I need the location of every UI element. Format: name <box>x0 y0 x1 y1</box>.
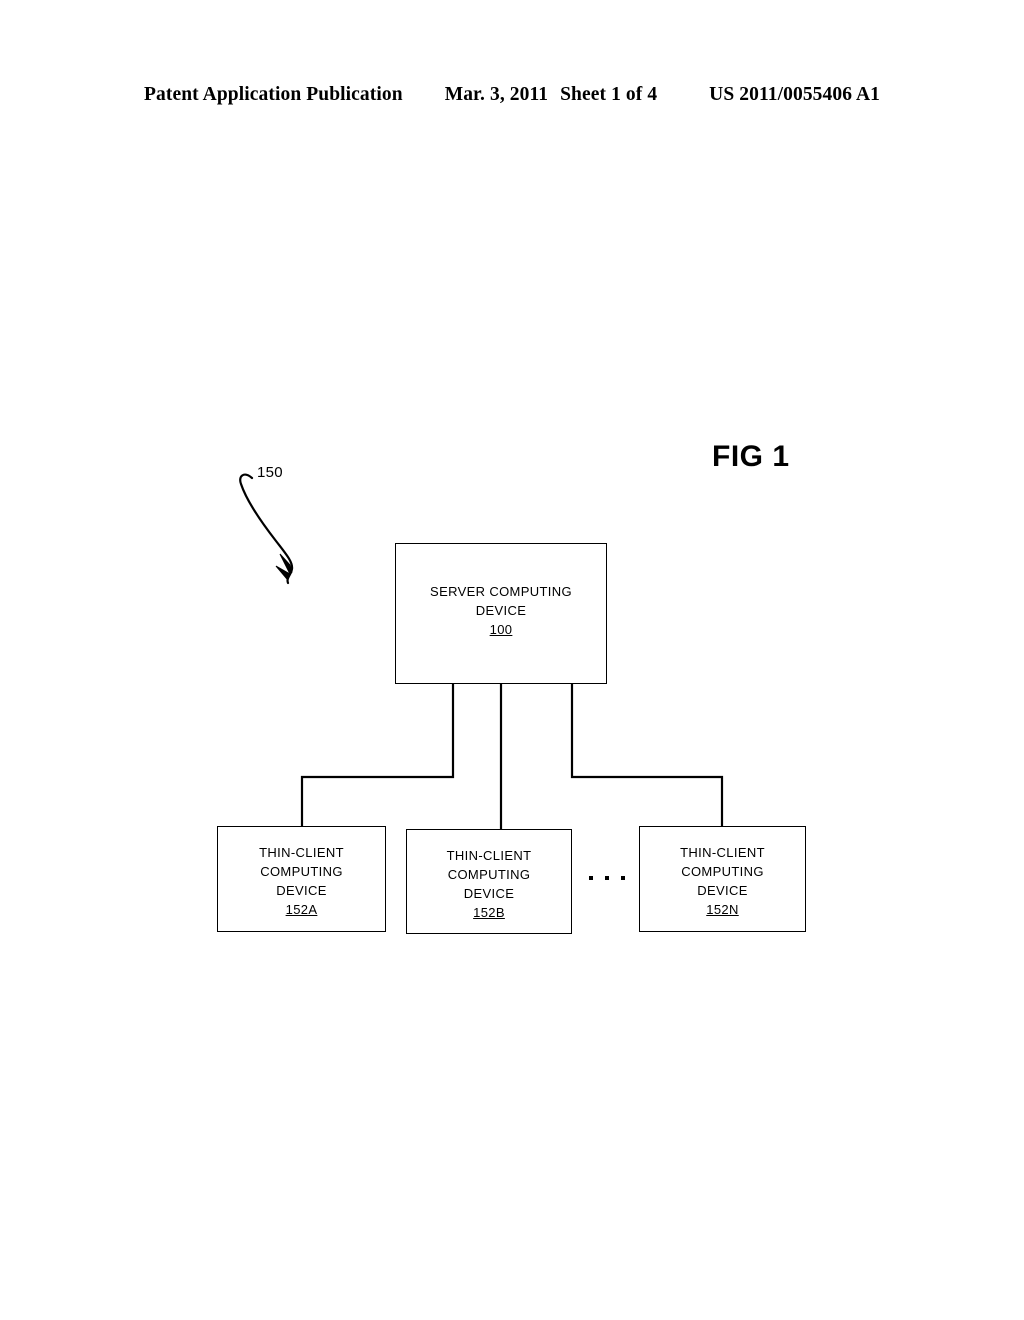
node-thin-client-device-n[interactable]: THIN-CLIENT COMPUTING DEVICE 152N <box>639 826 806 932</box>
node-server-reference: 100 <box>489 622 513 637</box>
node-thin-client-device-b[interactable]: THIN-CLIENT COMPUTING DEVICE 152B <box>406 829 572 934</box>
reference-leader-line <box>239 473 294 585</box>
connector-server-to-client-a <box>300 684 455 826</box>
ellipsis-indicator <box>589 876 625 880</box>
node-client-a-label-line1: THIN-CLIENT <box>259 845 344 860</box>
node-client-c-label-line1: THIN-CLIENT <box>680 845 765 860</box>
node-server-label-line2: DEVICE <box>475 603 527 618</box>
node-client-a-reference: 152A <box>285 902 318 917</box>
node-server-label-line1: SERVER COMPUTING <box>430 584 572 599</box>
node-server-computing-device[interactable]: SERVER COMPUTING DEVICE 100 <box>395 543 607 684</box>
node-client-b-label-line1: THIN-CLIENT <box>446 848 532 863</box>
node-client-a-label-line2: COMPUTING <box>260 864 343 879</box>
node-client-b-label-line2: COMPUTING <box>447 867 531 882</box>
node-client-b-label-line3: DEVICE <box>463 886 515 901</box>
node-client-b-reference: 152B <box>473 905 505 920</box>
node-client-c-reference: 152N <box>706 902 739 917</box>
figure-1-diagram: FIG 1 150 SERVER COMPUTING DEVICE 100 TH… <box>0 0 1024 1320</box>
node-client-c-label-line2: COMPUTING <box>681 864 764 879</box>
connector-server-to-client-c <box>570 684 724 826</box>
node-client-c-label-line3: DEVICE <box>697 883 748 898</box>
ellipsis-dot <box>605 876 609 880</box>
ellipsis-dot <box>589 876 593 880</box>
node-client-a-label-line3: DEVICE <box>276 883 327 898</box>
node-thin-client-device-a[interactable]: THIN-CLIENT COMPUTING DEVICE 152A <box>217 826 386 932</box>
ellipsis-dot <box>621 876 625 880</box>
